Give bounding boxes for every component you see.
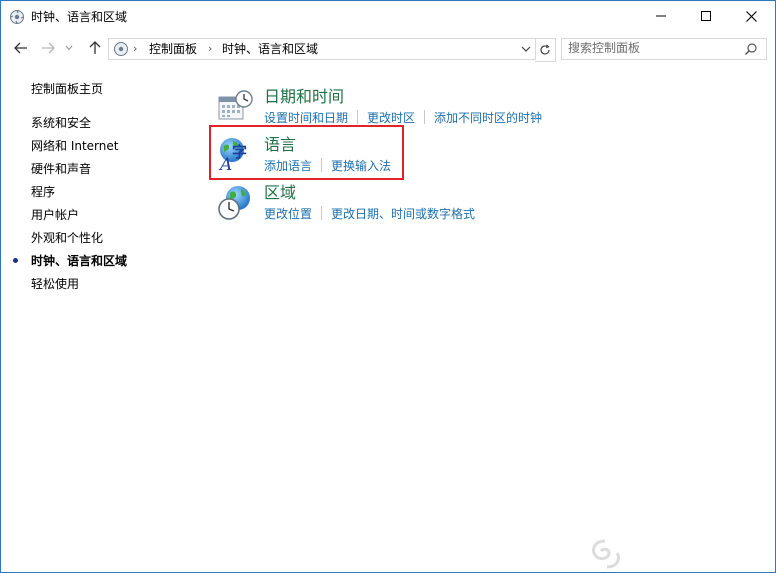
maximize-icon: [700, 11, 711, 21]
sidebar-item-ease-of-access[interactable]: 轻松使用: [31, 276, 79, 292]
back-button[interactable]: [12, 39, 30, 57]
maximize-button[interactable]: [683, 1, 728, 31]
close-button[interactable]: [729, 1, 774, 31]
category-title-region[interactable]: 区域: [264, 183, 296, 203]
navigation-bar: › 控制面板 › 时钟、语言和区域: [1, 33, 775, 63]
sidebar-item-programs[interactable]: 程序: [31, 184, 55, 200]
sidebar-item-system-security[interactable]: 系统和安全: [31, 115, 91, 131]
close-icon: [746, 10, 757, 22]
control-panel-app-icon: [10, 10, 24, 24]
sidebar-item-hardware-sound[interactable]: 硬件和声音: [31, 161, 91, 177]
control-panel-window: 时钟、语言和区域 › 控制面板 › 时钟、语言和区域 搜索控制面板 控制面板主页…: [0, 0, 776, 573]
arrow-up-icon: [89, 41, 101, 54]
link-change-time-zone[interactable]: 更改时区: [367, 111, 415, 125]
sidebar-item-network-internet[interactable]: 网络和 Internet: [31, 138, 118, 154]
link-divider: [424, 110, 426, 124]
link-change-formats[interactable]: 更改日期、时间或数字格式: [331, 207, 475, 221]
chevron-down-icon: [65, 45, 73, 51]
sidebar-item-clock-language-region[interactable]: 时钟、语言和区域: [31, 253, 127, 269]
minimize-icon: [655, 15, 666, 17]
sidebar-item-user-accounts[interactable]: 用户帐户: [31, 207, 79, 223]
calendar-clock-icon[interactable]: [217, 89, 253, 125]
sidebar: 控制面板主页 系统和安全 网络和 Internet 硬件和声音 程序 用户帐户 …: [1, 63, 201, 572]
forward-button[interactable]: [39, 39, 57, 57]
category-title-date-time[interactable]: 日期和时间: [264, 87, 344, 107]
breadcrumb-control-panel[interactable]: 控制面板: [149, 39, 197, 59]
search-input[interactable]: [568, 40, 738, 56]
category-links-region: 更改位置 更改日期、时间或数字格式: [264, 206, 475, 222]
highlight-box: [209, 125, 404, 180]
link-add-clocks[interactable]: 添加不同时区的时钟: [434, 111, 542, 125]
sidebar-home-link[interactable]: 控制面板主页: [31, 81, 103, 97]
link-change-location[interactable]: 更改位置: [264, 207, 312, 221]
window-title: 时钟、语言和区域: [31, 10, 128, 24]
breadcrumb-separator-icon[interactable]: ›: [208, 39, 212, 59]
minimize-button[interactable]: [638, 1, 683, 31]
watermark-swirl-icon: [591, 539, 621, 569]
title-bar[interactable]: 时钟、语言和区域: [1, 1, 775, 33]
link-divider: [321, 206, 323, 220]
control-panel-icon: [114, 42, 128, 56]
recent-locations-button[interactable]: [64, 39, 74, 57]
search-icon[interactable]: [744, 42, 758, 56]
category-links-date-time: 设置时间和日期 更改时区 添加不同时区的时钟: [264, 110, 542, 126]
address-bar[interactable]: › 控制面板 › 时钟、语言和区域: [108, 38, 536, 60]
watermark-logo: [587, 537, 773, 571]
breadcrumb-separator-icon[interactable]: ›: [133, 39, 137, 59]
address-dropdown-icon[interactable]: [519, 42, 533, 56]
region-globe-clock-icon[interactable]: [217, 185, 253, 221]
active-item-bullet-icon: [13, 258, 18, 263]
refresh-icon: [540, 44, 550, 55]
link-divider: [357, 110, 359, 124]
up-button[interactable]: [86, 39, 104, 57]
arrow-right-icon: [42, 42, 55, 54]
refresh-button[interactable]: [535, 38, 556, 62]
arrow-left-icon: [14, 42, 27, 54]
sidebar-item-appearance[interactable]: 外观和个性化: [31, 230, 103, 246]
breadcrumb-clock-language-region[interactable]: 时钟、语言和区域: [222, 39, 318, 59]
search-box[interactable]: [561, 38, 767, 60]
link-set-time-date[interactable]: 设置时间和日期: [264, 111, 348, 125]
